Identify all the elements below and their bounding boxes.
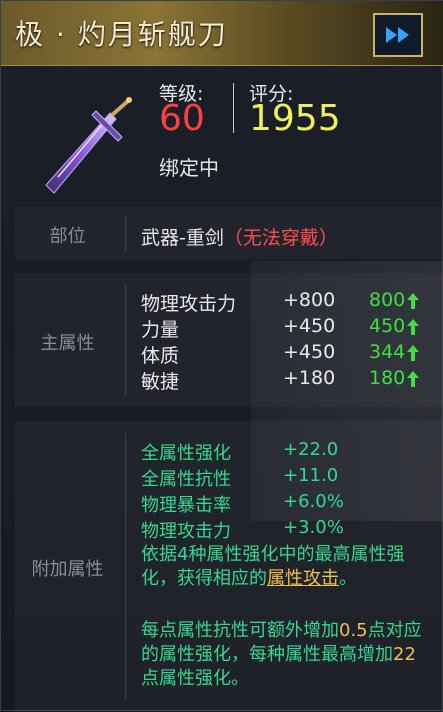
greatsword-icon — [45, 97, 132, 194]
attribute-attack-link[interactable]: 属性攻击 — [267, 568, 339, 589]
extra-attr-name: 物理暴击率 — [141, 495, 231, 516]
extra-attr-name: 物理攻击力 — [141, 521, 231, 542]
attr-current: 800 — [369, 289, 406, 311]
item-title: 极 · 灼月斩舰刀 — [15, 18, 228, 51]
extra-attr-name: 全属性抗性 — [141, 469, 231, 490]
item-tooltip-panel: 极 · 灼月斩舰刀 等级: 60 评分: 1955 绑定中 部位 武器-重剑（无… — [0, 0, 443, 711]
section-divider — [125, 283, 126, 397]
section-divider — [125, 433, 126, 701]
part-value: 武器-重剑（无法穿戴） — [141, 223, 338, 250]
section-divider — [125, 215, 126, 251]
main-attr-label: 主属性 — [40, 333, 95, 354]
extra-attr-row: 全属性抗性 +11.0 — [141, 465, 338, 491]
desc-number: 22 — [393, 644, 416, 665]
desc-text: 每点属性抗性可额外增加 — [141, 620, 339, 641]
extra-attr-row: 物理攻击力 +3.0% — [141, 517, 344, 543]
fast-forward-icon — [386, 27, 409, 43]
attr-base: +180 — [283, 367, 336, 389]
up-arrow-icon — [407, 319, 419, 335]
part-type: 武器-重剑 — [141, 227, 224, 249]
part-label: 部位 — [49, 226, 86, 247]
attr-base: +450 — [283, 315, 336, 337]
fast-forward-button[interactable] — [373, 13, 423, 57]
attr-name: 力量 — [141, 319, 180, 341]
cannot-equip-warning: （无法穿戴） — [223, 227, 338, 249]
extra-attr-name: 全属性强化 — [141, 443, 231, 464]
level-value: 60 — [159, 98, 205, 139]
extra-attr-value: +6.0% — [283, 491, 344, 512]
extra-attr-value: +11.0 — [283, 465, 339, 486]
extra-attr-row: 物理暴击率 +6.0% — [141, 491, 344, 517]
attr-base: +450 — [283, 341, 336, 363]
extra-attr-label: 附加属性 — [31, 559, 104, 580]
attr-name: 体质 — [141, 345, 180, 367]
extra-attr-row: 全属性强化 +22.0 — [141, 439, 338, 465]
bind-status: 绑定中 — [159, 156, 219, 180]
up-arrow-icon — [407, 345, 419, 361]
score-value: 1955 — [249, 98, 341, 139]
up-arrow-icon — [407, 371, 419, 387]
desc-text: 。 — [339, 568, 357, 589]
attr-name: 物理攻击力 — [141, 293, 237, 315]
extra-attr-value: +22.0 — [283, 439, 339, 460]
attr-base: +800 — [283, 289, 336, 311]
desc-text: 点属性强化。 — [141, 668, 249, 689]
extra-attr-value: +3.0% — [283, 517, 344, 538]
attr-current: 180 — [369, 367, 406, 389]
attr-description-2: 每点属性抗性可额外增加0.5点对应的属性强化，每种属性最高增加22点属性强化。 — [141, 619, 423, 691]
attr-current: 450 — [369, 315, 406, 337]
desc-number: 0.5 — [339, 620, 368, 641]
up-arrow-icon — [407, 293, 419, 309]
tooltip-header: 极 · 灼月斩舰刀 — [1, 1, 443, 66]
attr-description-1: 依据4种属性强化中的最高属性强化，获得相应的属性攻击。 — [141, 543, 423, 591]
attr-name: 敏捷 — [141, 371, 180, 393]
attr-current: 344 — [369, 341, 406, 363]
stat-divider — [233, 83, 234, 133]
